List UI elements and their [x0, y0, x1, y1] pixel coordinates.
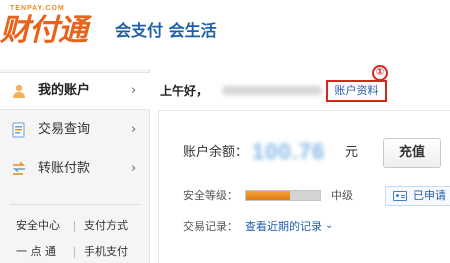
chevron-right-icon: › [131, 122, 137, 137]
sidebar-item-transaction-query[interactable]: 交易查询 › [0, 111, 150, 149]
header: TENPAY.COM 财付通 会支付 会生活 [0, 0, 450, 62]
payment-methods-link[interactable]: 支付方式 [84, 219, 128, 233]
sidebar-item-label: 我的账户 [38, 83, 91, 98]
id-verified-text: 已申请 [413, 189, 446, 202]
recent-records-link[interactable]: 查看近期的记录 [245, 220, 322, 234]
id-verified-badge[interactable]: 已申请 [385, 186, 450, 206]
tenpay-logo[interactable]: TENPAY.COM 财付通 [0, 5, 118, 53]
mobile-pay-link[interactable]: 手机支付 [84, 245, 128, 259]
user-icon [13, 84, 25, 98]
security-level-value: 中级 [331, 189, 353, 202]
id-card-icon [393, 191, 407, 201]
records-label: 交易记录： [183, 220, 238, 233]
security-level-fill [246, 191, 291, 200]
security-center-link[interactable]: 安全中心 [16, 219, 60, 233]
chevron-right-icon: › [131, 161, 137, 176]
callout-marker: ① [372, 65, 388, 81]
masked-username [222, 86, 322, 95]
chevron-down-icon[interactable]: ⌄ [325, 219, 333, 233]
greeting-text: 上午好， [160, 84, 209, 98]
sidebar-item-my-account[interactable]: 我的账户 › [0, 72, 150, 110]
list-icon [12, 122, 25, 138]
logo-text: 财付通 [0, 13, 88, 48]
security-level-label: 安全等级： [183, 189, 238, 202]
sidebar: 我的账户 › 交易查询 › 转账付款 › 安全中心 支付方式 一 点 通 手机支… [0, 69, 150, 263]
balance-unit: 元 [345, 145, 359, 160]
security-level-bar [245, 190, 321, 201]
transfer-icon [12, 161, 26, 175]
recharge-button[interactable]: 充值 [383, 138, 441, 168]
chevron-right-icon: › [131, 83, 137, 98]
sidebar-divider [10, 204, 140, 205]
sidebar-item-label: 转账付款 [38, 161, 91, 176]
logo-domain: TENPAY.COM [10, 5, 65, 12]
balance-amount: 100.76 [252, 139, 326, 164]
sidebar-item-label: 交易查询 [38, 122, 91, 137]
account-profile-link[interactable]: 账户资料 [326, 80, 387, 102]
balance-label: 账户余额： [183, 145, 249, 160]
slogan: 会支付 会生活 [115, 21, 217, 40]
link-separator [74, 221, 75, 232]
link-separator [74, 247, 75, 258]
one-click-pay-link[interactable]: 一 点 通 [16, 245, 56, 259]
sidebar-item-transfer-payment[interactable]: 转账付款 › [0, 150, 150, 188]
